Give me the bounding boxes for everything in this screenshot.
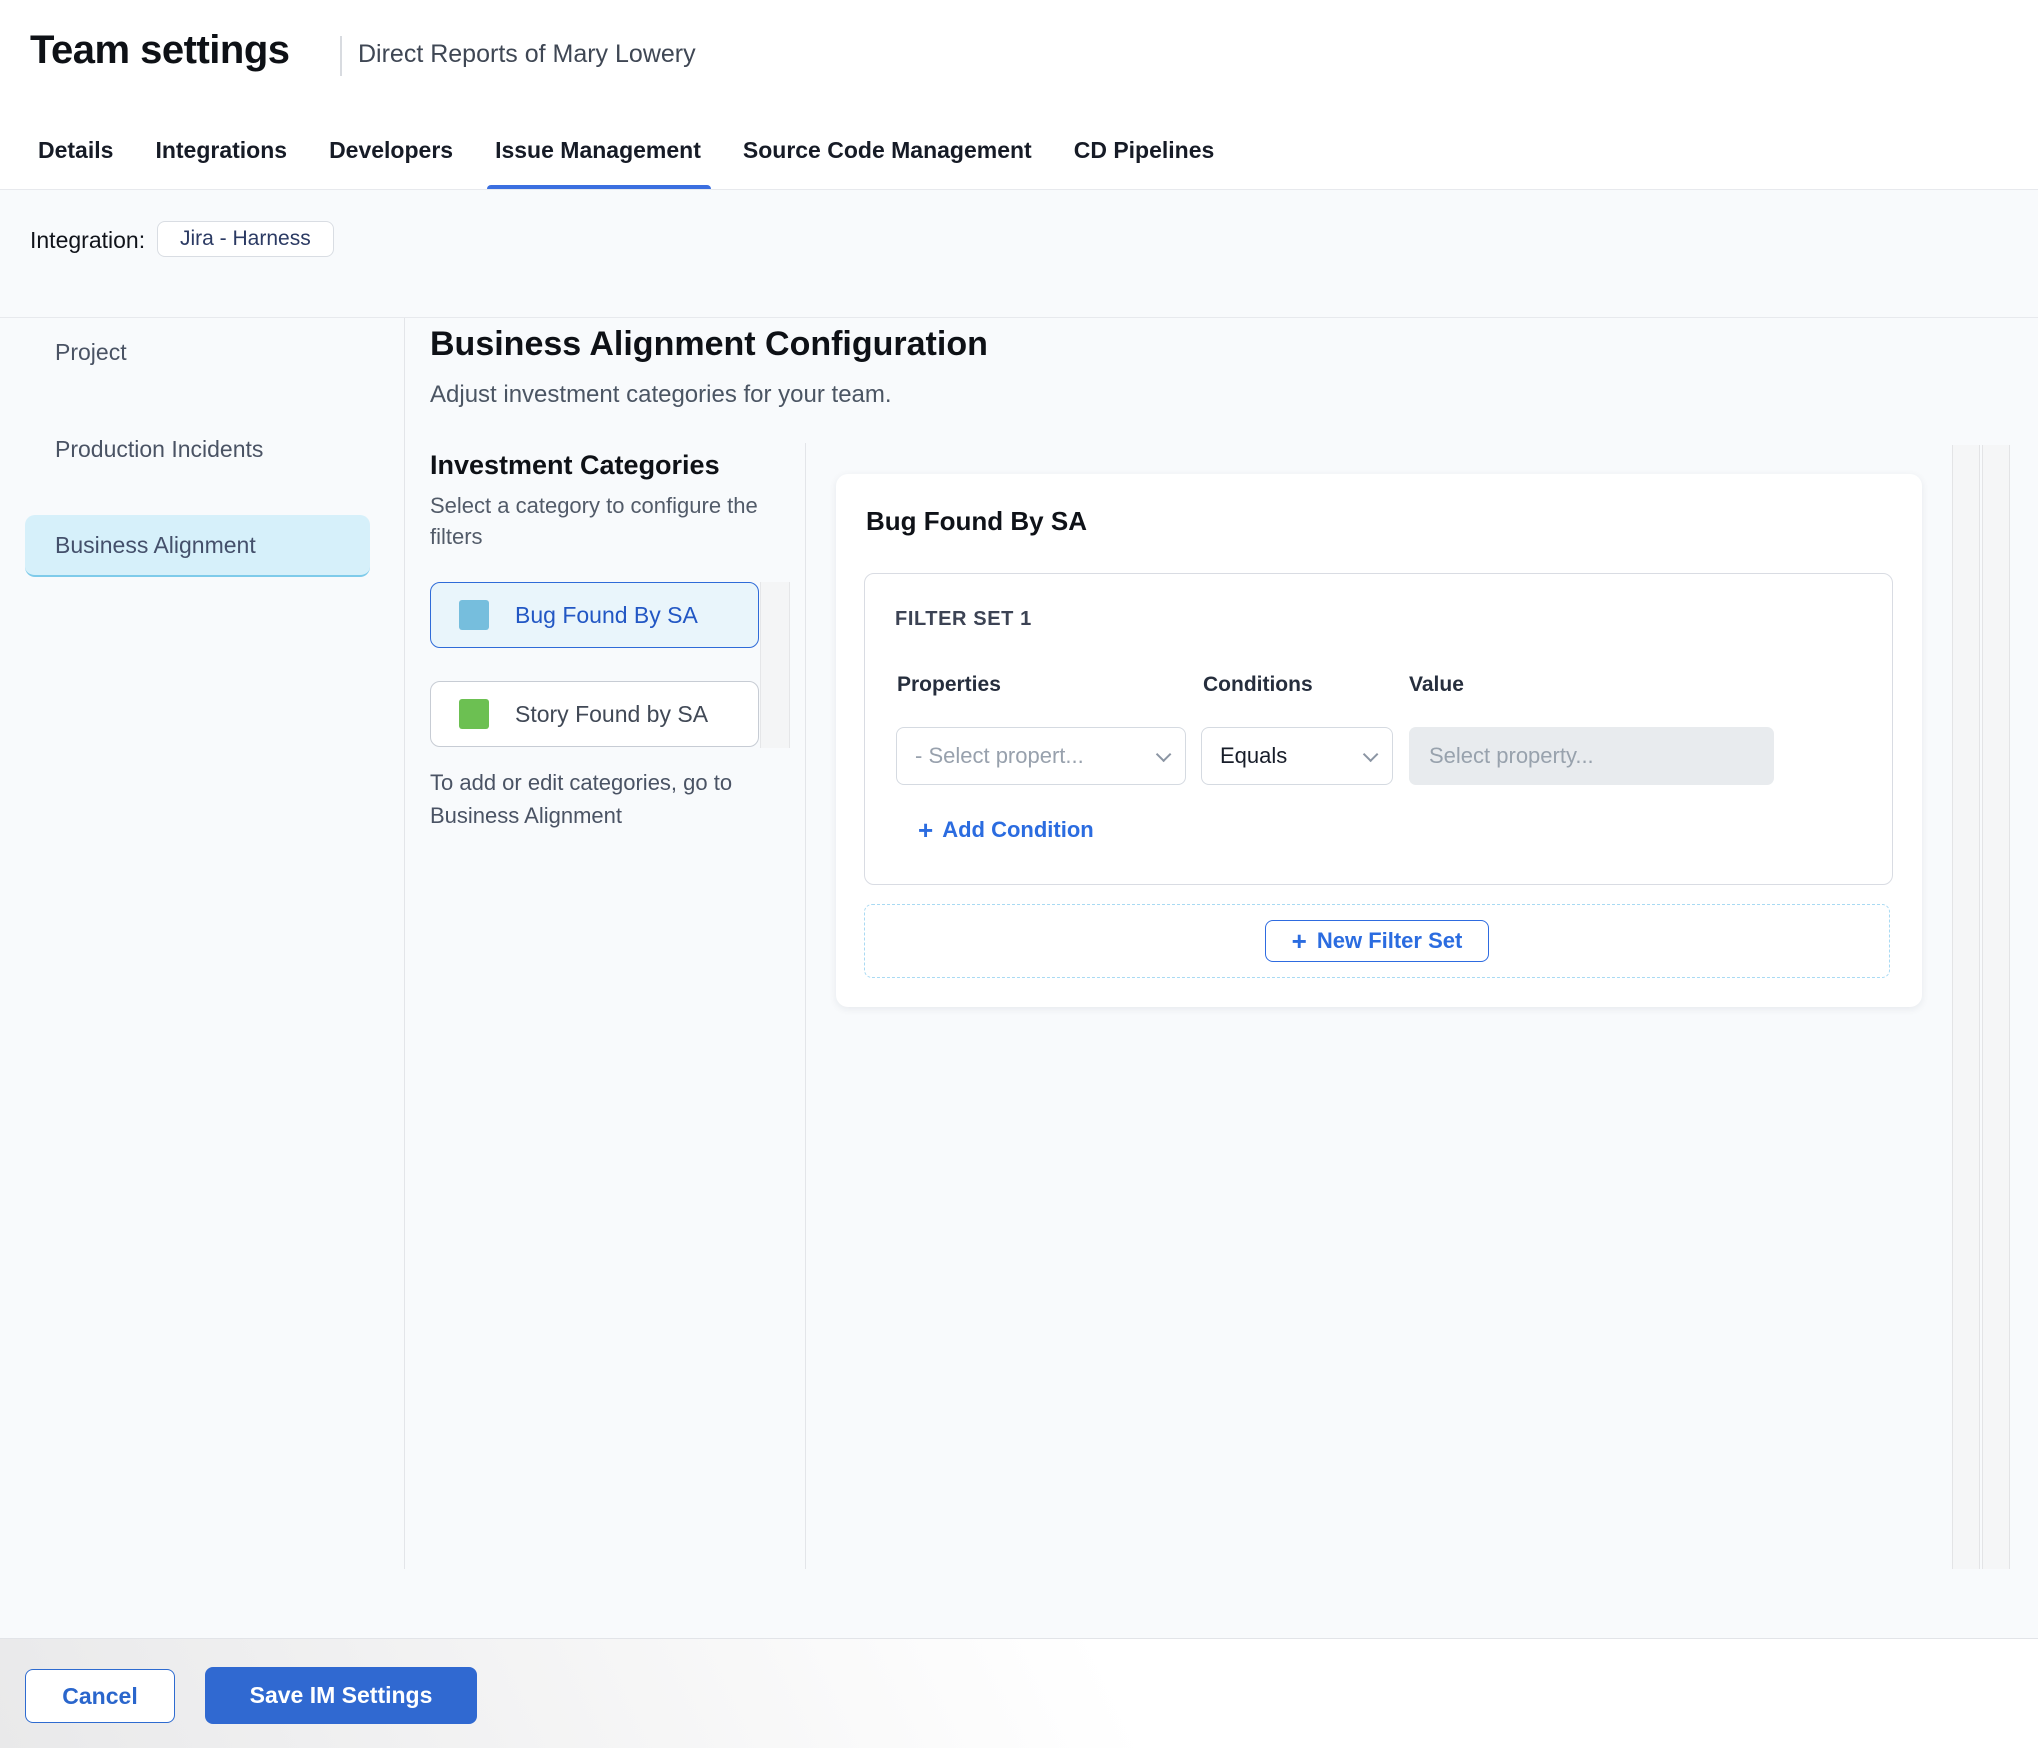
sidebar-divider [404,318,405,1569]
tab-integrations[interactable]: Integrations [155,110,287,190]
integration-chip[interactable]: Jira - Harness [157,221,334,257]
categories-divider [805,443,806,1569]
new-filter-set-button[interactable]: + New Filter Set [1264,920,1490,962]
category-button-bug-found-by-sa[interactable]: Bug Found By SA [430,582,759,648]
page-title: Team settings [30,28,290,72]
tab-developers[interactable]: Developers [329,110,453,190]
page-scrollbar[interactable] [1982,445,2010,1569]
column-label-value: Value [1409,673,1464,696]
tab-source-code-management[interactable]: Source Code Management [743,110,1032,190]
conditions-select[interactable]: Equals [1201,727,1393,785]
filter-set-box: FILTER SET 1 Properties Conditions Value… [864,573,1893,885]
filter-set-title: FILTER SET 1 [895,608,1032,630]
add-condition-label: Add Condition [942,817,1094,842]
categories-footnote-line2: Business Alignment [430,803,622,828]
cancel-button[interactable]: Cancel [25,1669,175,1723]
category-swatch-blue [459,600,489,630]
properties-select-placeholder: - Select propert... [915,743,1084,768]
save-im-settings-button[interactable]: Save IM Settings [205,1667,477,1724]
filter-config-card: Bug Found By SA FILTER SET 1 Properties … [836,474,1922,1007]
add-condition-button[interactable]: + Add Condition [918,817,1094,843]
chevron-down-icon [1362,746,1379,762]
sidebar-item-label: Business Alignment [55,531,256,558]
section-heading: Business Alignment Configuration [430,325,988,363]
footer-bar: Cancel Save IM Settings [0,1638,2038,1748]
panel-scrollbar[interactable] [1952,445,1980,1569]
category-label: Bug Found By SA [515,601,698,628]
plus-icon: + [1291,926,1307,956]
title-separator [340,36,342,76]
categories-title: Investment Categories [430,450,720,480]
column-label-conditions: Conditions [1203,673,1313,696]
sidebar-item-business-alignment[interactable]: Business Alignment [25,515,370,577]
content-area: Project Production Incidents Business Al… [0,318,2038,1638]
page-subtitle: Direct Reports of Mary Lowery [358,40,696,68]
value-field-wrap [1409,727,1774,785]
category-button-story-found-by-sa[interactable]: Story Found by SA [430,681,759,747]
categories-scrollbar[interactable] [760,582,790,748]
chevron-down-icon [1155,746,1172,762]
column-label-properties: Properties [897,673,1001,696]
categories-footnote-line1: To add or edit categories, go to [430,770,733,795]
new-filter-set-label: New Filter Set [1316,928,1463,953]
section-subheading: Adjust investment categories for your te… [430,381,892,408]
tab-issue-management[interactable]: Issue Management [487,110,711,190]
conditions-select-value: Equals [1220,743,1288,768]
plus-icon: + [918,815,934,845]
sidebar-item-production-incidents[interactable]: Production Incidents [55,436,263,463]
categories-hint-line1: Select a category to configure the [430,493,758,518]
categories-hint-line2: filters [430,524,483,549]
integration-bar: Integration: Jira - Harness [0,190,2038,318]
properties-select[interactable]: - Select propert... [896,727,1186,785]
category-swatch-green [459,699,489,729]
integration-label: Integration: [30,227,146,253]
new-filter-set-zone: + New Filter Set [864,904,1890,978]
tab-bar: Details Integrations Developers Issue Ma… [38,110,1214,190]
card-title: Bug Found By SA [866,506,1087,536]
header: Team settings Direct Reports of Mary Low… [0,0,2038,190]
sidebar-item-project[interactable]: Project [55,339,127,366]
value-input[interactable] [1409,727,1774,785]
category-label: Story Found by SA [515,700,709,727]
tab-cd-pipelines[interactable]: CD Pipelines [1074,110,1215,190]
tab-details[interactable]: Details [38,110,113,190]
